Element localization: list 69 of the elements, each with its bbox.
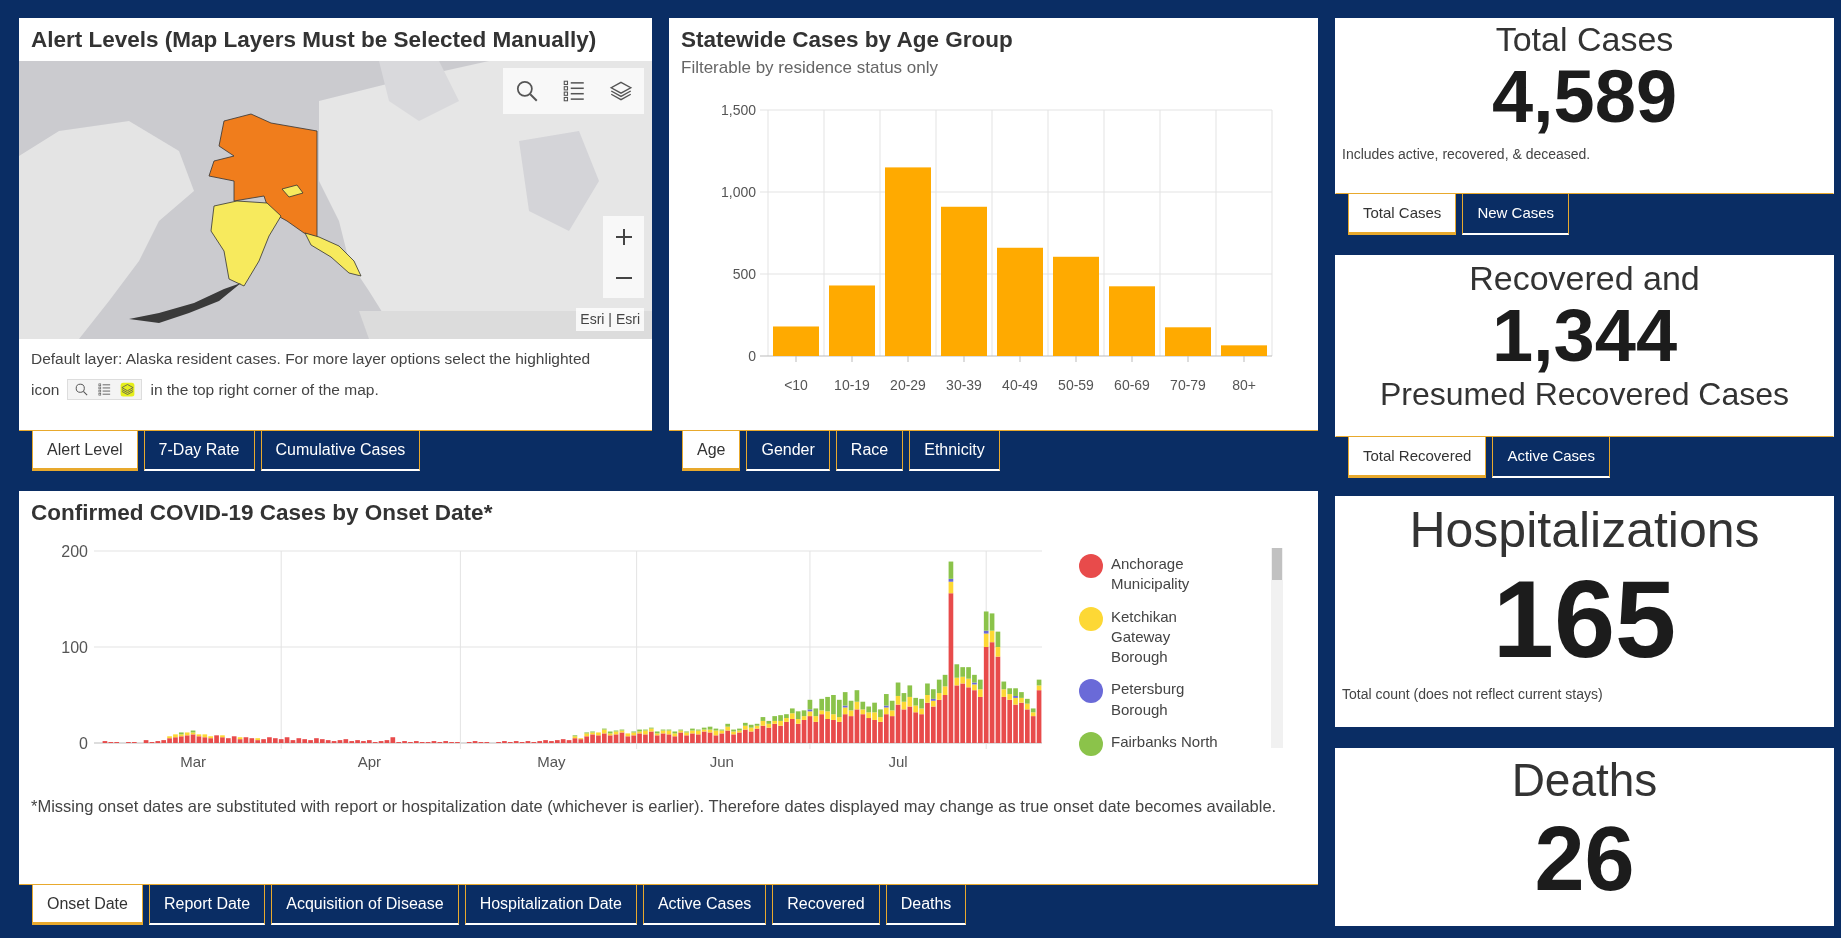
axis-label: Jul bbox=[888, 753, 908, 770]
layers-icon bbox=[120, 382, 136, 398]
footnote-text: *Missing onset dates are substituted with report or hospitalization date (whichever is earlier). Therefore dates displayed may change as true onset date becomes available. bbox=[30, 796, 1278, 817]
map-attribution: Esri | Esri bbox=[576, 308, 644, 331]
tab[interactable]: Age bbox=[682, 431, 741, 471]
legend-label: Fairbanks North bbox=[1111, 731, 1219, 752]
stat-title: Total Cases bbox=[1494, 19, 1675, 59]
tab[interactable]: Alert Level bbox=[32, 431, 138, 471]
stat-title: Hospitalizations bbox=[1408, 501, 1761, 558]
axis-label: 40-49 bbox=[1002, 376, 1038, 393]
panel-subtitle: Filterable by residence status only bbox=[680, 57, 940, 79]
plus-icon bbox=[613, 226, 634, 247]
tab[interactable]: Ethnicity bbox=[909, 431, 1000, 471]
axis-label: 0 bbox=[79, 735, 88, 752]
axis-label: 200 bbox=[61, 543, 88, 560]
tab[interactable]: Recovered bbox=[772, 885, 880, 925]
stat-subtitle: Presumed Recovered Cases bbox=[1378, 377, 1791, 413]
list-icon bbox=[97, 382, 113, 398]
tab[interactable]: Active Cases bbox=[642, 885, 767, 925]
tab[interactable]: 7-Day Rate bbox=[143, 431, 255, 471]
tab[interactable]: Hospitalization Date bbox=[464, 885, 637, 925]
tab[interactable]: Deaths bbox=[885, 885, 967, 925]
tab[interactable]: Cumulative Cases bbox=[260, 431, 421, 471]
panel-title: Statewide Cases by Age Group bbox=[680, 26, 1014, 53]
axis-label: <10 bbox=[784, 376, 808, 393]
axis-label: 100 bbox=[61, 639, 88, 656]
note-text: in the top right corner of the map. bbox=[150, 380, 379, 401]
tab[interactable]: Gender bbox=[746, 431, 830, 471]
legend-label: Ketchikan Gateway Borough bbox=[1111, 606, 1178, 667]
tab[interactable]: Report Date bbox=[148, 885, 266, 925]
stat-caption: Includes active, recovered, & deceased. bbox=[1341, 145, 1592, 165]
axis-label: Jun bbox=[709, 753, 734, 770]
minus-icon bbox=[615, 276, 632, 279]
axis-label: 500 bbox=[732, 265, 756, 282]
note-text: icon bbox=[31, 380, 60, 401]
axis-label: 50-59 bbox=[1058, 376, 1094, 393]
stat-value: 26 bbox=[1533, 813, 1636, 904]
tab[interactable]: Acquisition of Disease bbox=[271, 885, 459, 925]
panel-title: Alert Levels (Map Layers Must be Selected Manually) bbox=[30, 26, 598, 53]
axis-label: 70-79 bbox=[1170, 376, 1206, 393]
legend-label: Petersburg Borough bbox=[1111, 679, 1186, 720]
stat-value: 165 bbox=[1491, 564, 1678, 674]
axis-label: 20-29 bbox=[890, 376, 926, 393]
axis-label: 80+ bbox=[1232, 376, 1256, 393]
axis-label: 1,000 bbox=[720, 183, 756, 200]
axis-label: 60-69 bbox=[1114, 376, 1150, 393]
axis-label: May bbox=[537, 753, 566, 770]
axis-label: Apr bbox=[357, 753, 381, 770]
axis-label: Mar bbox=[180, 753, 206, 770]
axis-label: 30-39 bbox=[946, 376, 982, 393]
stat-title: Recovered and bbox=[1468, 258, 1701, 298]
tab[interactable]: Onset Date bbox=[32, 885, 143, 925]
tab[interactable]: Total Cases bbox=[1348, 194, 1457, 235]
axis-label: 1,500 bbox=[720, 101, 756, 118]
tab[interactable]: New Cases bbox=[1462, 194, 1570, 235]
stat-value: 4,589 bbox=[1490, 60, 1679, 135]
tab[interactable]: Active Cases bbox=[1492, 437, 1610, 478]
tab[interactable]: Total Recovered bbox=[1348, 437, 1487, 478]
axis-label: 10-19 bbox=[834, 376, 870, 393]
legend-label: Anchorage Municipality bbox=[1111, 554, 1191, 595]
stat-caption: Total count (does not reflect current stays) bbox=[1341, 685, 1604, 704]
panel-title: Confirmed COVID-19 Cases by Onset Date* bbox=[30, 499, 494, 526]
note-text: Default layer: Alaska resident cases. For more layer options select the highlighted bbox=[31, 349, 592, 369]
search-icon bbox=[74, 382, 90, 398]
stat-title: Deaths bbox=[1510, 753, 1659, 806]
axis-label: 0 bbox=[748, 347, 756, 364]
tab[interactable]: Race bbox=[835, 431, 904, 471]
scrollbar[interactable] bbox=[1271, 548, 1283, 748]
stat-value: 1,344 bbox=[1490, 299, 1679, 374]
